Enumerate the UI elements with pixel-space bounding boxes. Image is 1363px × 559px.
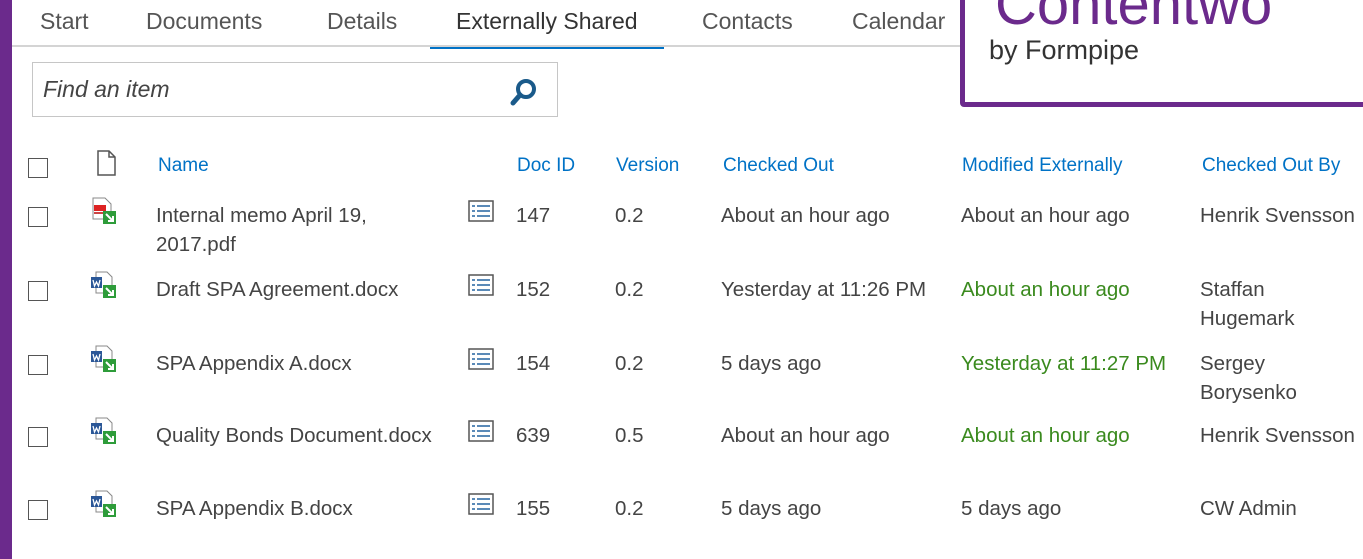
row-checkbox[interactable] xyxy=(28,427,48,447)
tab-documents[interactable]: Documents xyxy=(146,6,262,46)
checked-out-cell: About an hour ago xyxy=(721,424,890,447)
column-header-checked-out[interactable]: Checked Out xyxy=(723,155,834,177)
column-header-version[interactable]: Version xyxy=(616,155,679,177)
tab-start[interactable]: Start xyxy=(40,6,89,46)
checked-out-by-cell: Henrik Svensson xyxy=(1200,424,1355,447)
document-name-link[interactable]: SPA Appendix B.docx xyxy=(156,494,446,523)
version-cell: 0.2 xyxy=(615,204,644,227)
word-file-icon xyxy=(91,271,116,298)
row-checkbox[interactable] xyxy=(28,281,48,301)
version-cell: 0.5 xyxy=(615,424,644,447)
modified-externally-cell: About an hour ago xyxy=(961,278,1130,301)
item-details-icon[interactable] xyxy=(468,200,494,222)
item-details-icon[interactable] xyxy=(468,420,494,442)
modified-externally-cell: 5 days ago xyxy=(961,497,1062,520)
tab-underline xyxy=(12,45,1002,47)
doc-id-cell: 147 xyxy=(516,204,551,227)
column-header-doc-id[interactable]: Doc ID xyxy=(517,155,575,177)
doc-id-cell: 154 xyxy=(516,352,551,375)
search-icon[interactable] xyxy=(509,77,539,107)
column-header-modified-externally[interactable]: Modified Externally xyxy=(962,155,1123,177)
document-name-link[interactable]: Quality Bonds Document.docx xyxy=(156,421,446,450)
document-name-link[interactable]: Draft SPA Agreement.docx xyxy=(156,275,446,304)
search-input[interactable] xyxy=(33,63,493,116)
word-file-icon xyxy=(91,417,116,444)
doc-id-cell: 155 xyxy=(516,497,551,520)
tab-externally-shared[interactable]: Externally Shared xyxy=(430,6,664,49)
version-cell: 0.2 xyxy=(615,352,644,375)
doc-id-cell: 639 xyxy=(516,424,551,447)
checked-out-cell: 5 days ago xyxy=(721,352,822,375)
item-details-icon[interactable] xyxy=(468,348,494,370)
logo-subtitle: by Formpipe xyxy=(989,35,1140,65)
checked-out-by-cell: Sergey Borysenko xyxy=(1200,352,1297,404)
tab-bar: Start Documents Details Externally Share… xyxy=(12,0,992,49)
row-checkbox[interactable] xyxy=(28,207,48,227)
search-box xyxy=(32,62,558,117)
tab-contacts[interactable]: Contacts xyxy=(702,6,793,46)
document-name-link[interactable]: SPA Appendix A.docx xyxy=(156,349,446,378)
checked-out-by-cell: Henrik Svensson xyxy=(1200,204,1355,227)
doc-id-cell: 152 xyxy=(516,278,551,301)
item-details-icon[interactable] xyxy=(468,493,494,515)
logo-wordmark: Contentwo xyxy=(995,0,1273,37)
checked-out-cell: About an hour ago xyxy=(721,204,890,227)
tab-calendar[interactable]: Calendar xyxy=(852,6,945,46)
row-checkbox[interactable] xyxy=(28,355,48,375)
tab-details[interactable]: Details xyxy=(327,6,397,46)
document-type-icon xyxy=(97,150,116,176)
checked-out-by-cell: CW Admin xyxy=(1200,497,1297,520)
modified-externally-cell: About an hour ago xyxy=(961,204,1130,227)
version-cell: 0.2 xyxy=(615,497,644,520)
checked-out-cell: 5 days ago xyxy=(721,497,822,520)
column-header-name[interactable]: Name xyxy=(158,155,209,177)
version-cell: 0.2 xyxy=(615,278,644,301)
column-header-checked-out-by[interactable]: Checked Out By xyxy=(1202,155,1340,177)
document-name-link[interactable]: Internal memo April 19, 2017.pdf xyxy=(156,201,446,259)
word-file-icon xyxy=(91,345,116,372)
row-checkbox[interactable] xyxy=(28,500,48,520)
checked-out-cell: Yesterday at 11:26 PM xyxy=(721,278,927,301)
word-file-icon xyxy=(91,490,116,517)
select-all-checkbox[interactable] xyxy=(28,158,48,178)
checked-out-by-cell: Staffan Hugemark xyxy=(1200,278,1295,330)
contentworker-logo: Contentwo by Formpipe xyxy=(960,0,1363,107)
item-details-icon[interactable] xyxy=(468,274,494,296)
pdf-file-icon xyxy=(92,197,116,224)
modified-externally-cell: About an hour ago xyxy=(961,424,1130,447)
modified-externally-cell: Yesterday at 11:27 PM xyxy=(961,352,1167,375)
